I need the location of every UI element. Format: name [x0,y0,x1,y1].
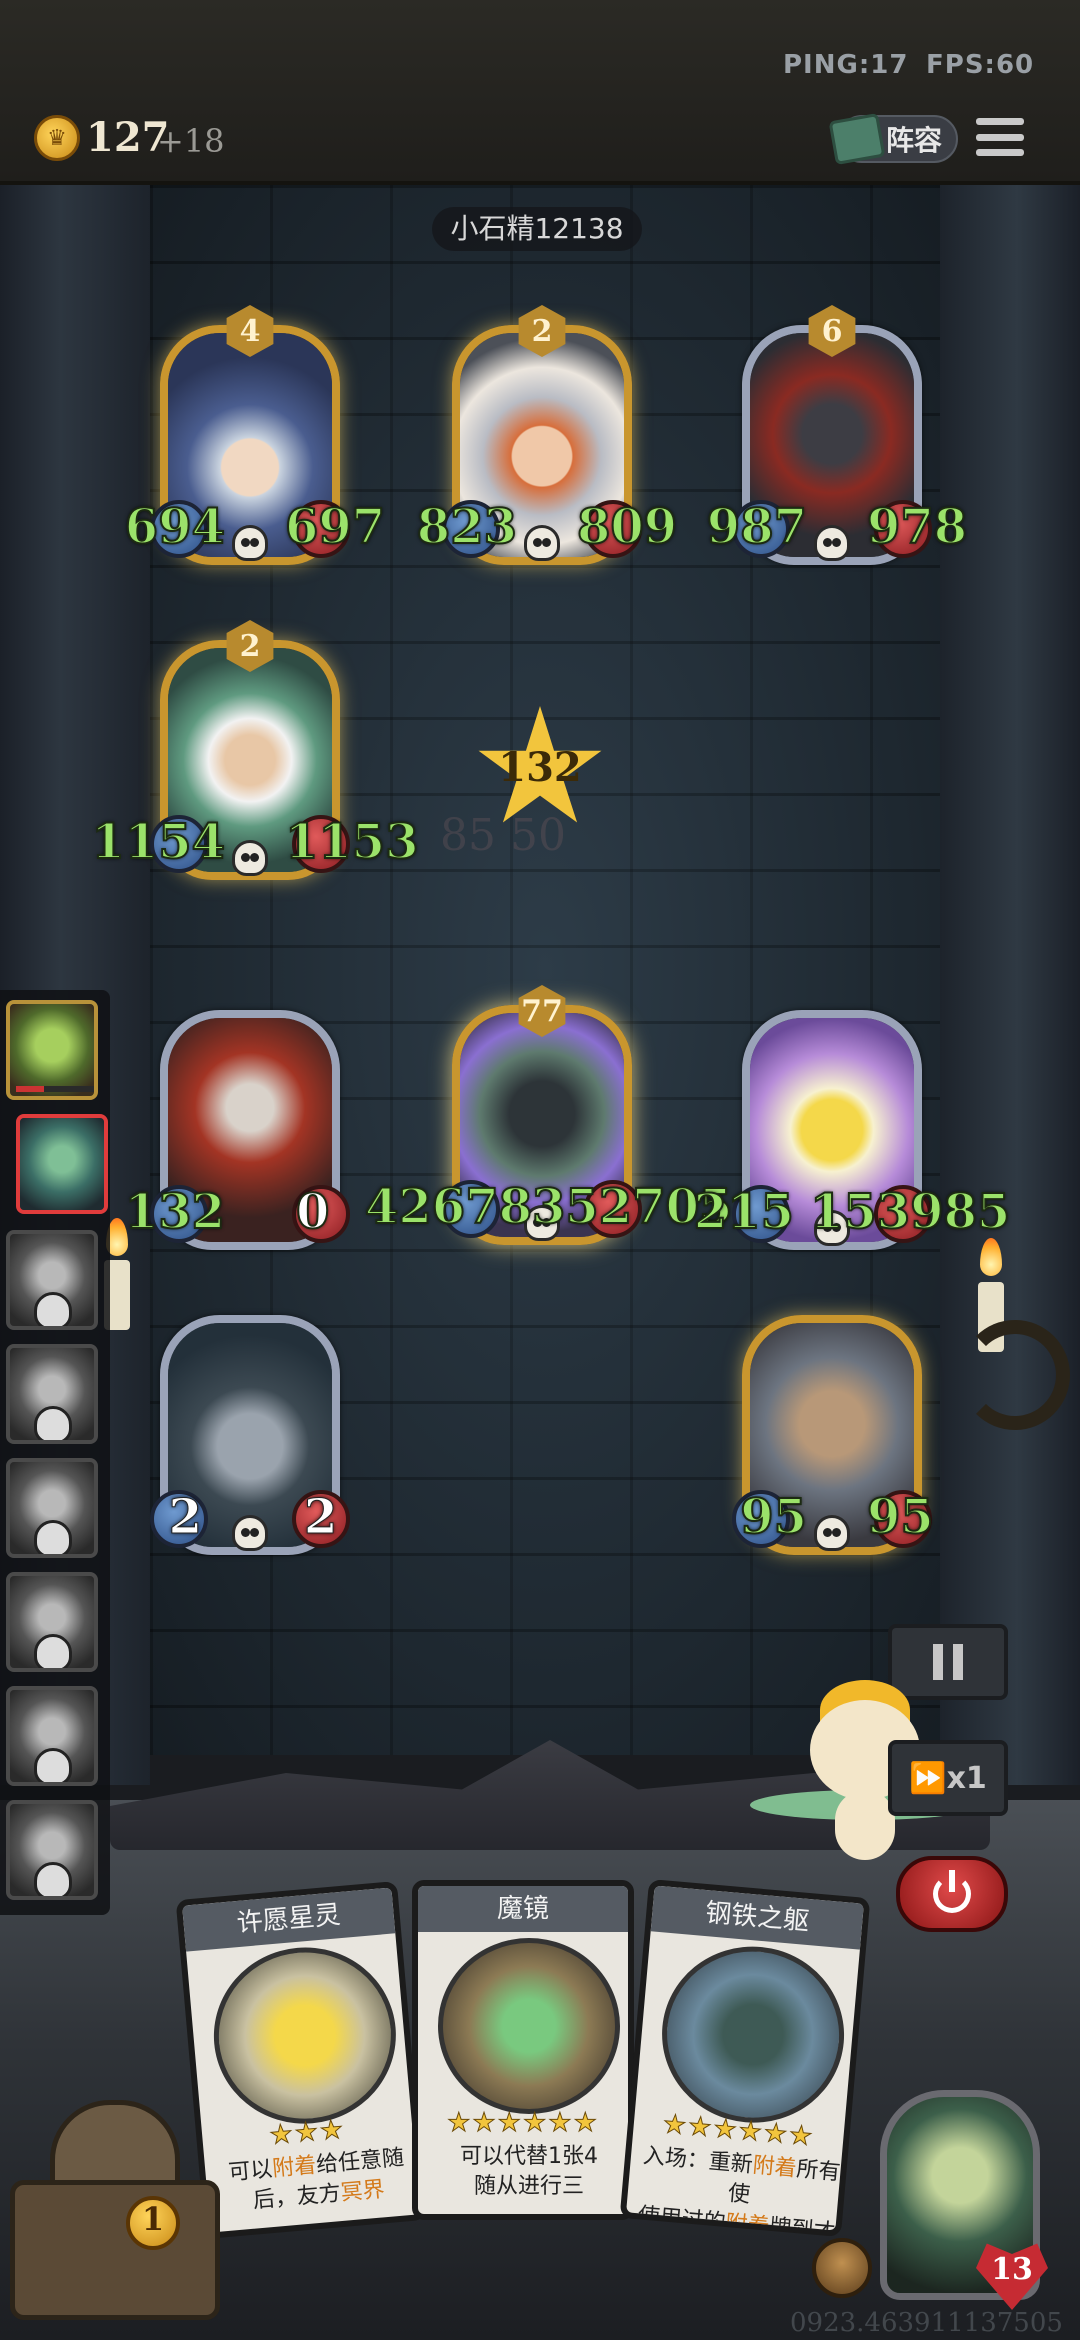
player-roster [0,990,110,1915]
card-description: 可以附着给任意随 后，友方冥界 [227,2145,406,2214]
speed-button[interactable]: ⏩ x1 [888,1740,1008,1816]
player-minion-star[interactable]: 215 153985 [693,1010,1011,1250]
right-pillar [940,185,1080,1785]
health-value: 95 [866,1488,935,1546]
enemy-minion-oldman[interactable]: 2 1154 1153 [90,620,420,880]
hand-card[interactable]: 魔镜 ★★★★★★ 可以代替1张4 随从进行三 [412,1880,634,2220]
skull-icon [814,1515,850,1551]
skull-icon [524,525,560,561]
speed-label: x1 [946,1760,987,1796]
skull-icon [34,1862,72,1896]
player-minion-ironknight[interactable]: 77 42678 352705 [364,985,733,1245]
health-value: 153985 [809,1183,1011,1241]
health-value: 978 [866,498,968,556]
power-icon [933,1870,971,1913]
roster-player-eliminated[interactable] [6,1572,98,1672]
menu-button[interactable] [974,112,1026,162]
skull-icon [814,525,850,561]
card-art [438,1938,620,2114]
hero-power-button[interactable] [812,2238,872,2298]
health-value: 1153 [284,813,420,871]
attack-value: 1154 [90,813,226,871]
enemy-minion-knight[interactable]: 6 987 978 [706,305,968,565]
health-value: 809 [576,498,678,556]
health-bar [16,1086,94,1092]
opponent-name: 小石精12138 [432,207,642,251]
attack-value: 132 [124,1183,226,1241]
card-art [654,1939,852,2131]
health-value: 697 [284,498,386,556]
coin-icon: ♛ [34,115,80,161]
roster-player-eliminated[interactable] [6,1344,98,1444]
enemy-minion-doctor[interactable]: 2 823 809 [416,305,678,565]
skull-icon [232,525,268,561]
card-title: 钢铁之躯 [650,1885,864,1950]
star-value: 132 [498,744,582,791]
card-art [206,1939,404,2132]
coin-income: +18 [157,122,225,160]
lineup-label: 阵容 [886,124,943,157]
card-stars: ★★★★★★ [447,2108,599,2139]
ping-readout: PING:17 [783,50,909,80]
ghost-stats: 85 50 [440,810,566,861]
attack-value: 694 [124,498,226,556]
roster-player-self[interactable] [6,1000,98,1100]
roster-player-eliminated[interactable] [6,1458,98,1558]
attack-value: 95 [739,1488,808,1546]
version-watermark: 0923.463911137505 [790,2308,1063,2338]
card-description: 可以代替1张4 随从进行三 [460,2144,598,2199]
menu-icon [976,118,1024,125]
skull-icon [34,1406,72,1440]
roster-player-eliminated[interactable] [6,1230,98,1330]
attack-value: 987 [706,498,808,556]
skull-icon [232,840,268,876]
skull-icon [34,1634,72,1668]
lineup-button[interactable]: 阵容 [828,112,958,166]
skull-icon [34,1520,72,1554]
roster-player-opponent[interactable] [16,1114,108,1214]
hero-health: 13 [991,2252,1033,2287]
skull-icon [34,1748,72,1782]
hand-card[interactable]: 钢铁之躯 ★★★★★★ 入场：重新附着所有使 使用过的附着牌到才 [619,1878,871,2238]
player-avatar [10,1004,94,1096]
tavern-level-badge: 1 [126,2196,180,2250]
fps-readout: FPS:60 [926,50,1035,80]
player-minion-assassin[interactable]: 132 0 [124,1010,350,1250]
health-value: 0 [295,1183,330,1241]
attack-value: 215 [693,1183,795,1241]
tavern-button[interactable] [10,2100,220,2330]
skull-icon [34,1292,72,1326]
enemy-minion-wizard[interactable]: 4 694 697 [124,305,386,565]
player-minion-robot[interactable]: 2 2 [150,1315,350,1555]
card-title: 魔镜 [418,1886,628,1932]
attack-value: 2 [168,1489,202,1546]
book-icon [828,112,886,166]
health-value: 2 [303,1489,338,1546]
attack-value: 42678 [364,1178,533,1236]
card-title: 许愿星灵 [182,1887,396,1952]
surrender-button[interactable] [896,1856,1008,1932]
player-avatar [20,1118,104,1210]
roster-player-eliminated[interactable] [6,1686,98,1786]
roster-player-eliminated[interactable] [6,1800,98,1900]
attack-value: 823 [416,498,518,556]
player-minion-airship[interactable]: 95 95 [732,1315,935,1555]
skull-icon [232,1515,268,1551]
wall-lamp [960,1320,1070,1430]
pause-icon [933,1644,943,1680]
fast-forward-icon: ⏩ [909,1760,947,1796]
tavern-icon [50,2100,180,2190]
